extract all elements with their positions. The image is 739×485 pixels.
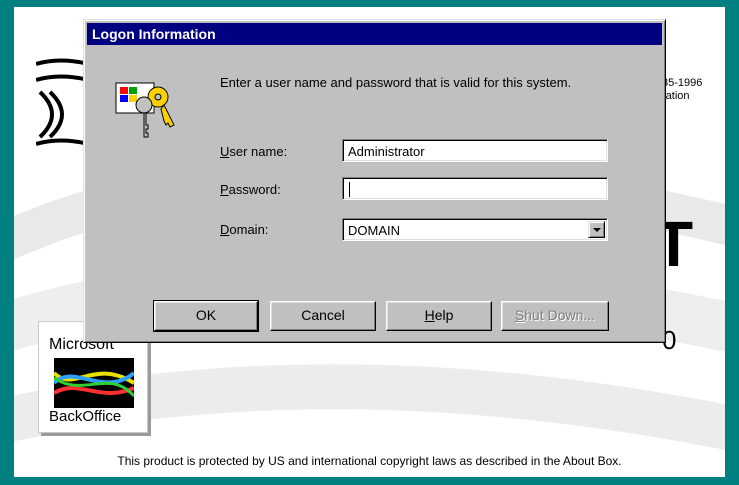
logon-prompt: Enter a user name and password that is v…: [220, 75, 572, 90]
text-caret: [349, 182, 350, 197]
help-rest: elp: [434, 307, 454, 323]
password-label-accel: P: [220, 182, 229, 197]
password-field[interactable]: [342, 177, 608, 200]
domain-label: Domain:: [220, 222, 268, 237]
dialog-title: Logon Information: [92, 26, 216, 42]
username-field[interactable]: Administrator: [342, 139, 608, 162]
shutdown-rest: hut Down...: [524, 307, 596, 323]
copyright-fragment: 35-1996 ration: [662, 77, 703, 102]
ok-button[interactable]: OK: [153, 300, 259, 332]
shutdown-accel: S: [514, 307, 525, 323]
username-label-rest: ser name:: [229, 144, 288, 159]
dialog-titlebar[interactable]: Logon Information: [87, 23, 662, 45]
legal-notice: This product is protected by US and inte…: [117, 454, 622, 468]
logon-dialog: Logon Information Enter a user name and …: [83, 19, 666, 343]
cancel-button[interactable]: Cancel: [270, 301, 376, 331]
backoffice-label: BackOffice: [49, 408, 122, 425]
password-label-rest: assword:: [228, 182, 281, 197]
username-label: User name:: [220, 144, 287, 159]
username-label-accel: U: [220, 144, 230, 159]
domain-label-accel: D: [220, 222, 230, 237]
keys-computer-icon: [115, 82, 175, 138]
domain-value: DOMAIN: [348, 223, 400, 238]
password-label: Password:: [220, 182, 281, 197]
domain-label-rest: omain:: [229, 222, 269, 237]
domain-select[interactable]: DOMAIN: [342, 218, 608, 241]
username-value: Administrator: [348, 144, 425, 159]
help-accel: H: [424, 307, 435, 323]
windows-nt-logo-icon: [36, 58, 86, 146]
shutdown-button[interactable]: Shut Down...: [501, 301, 609, 331]
help-button[interactable]: Help: [386, 301, 492, 331]
chevron-down-icon[interactable]: [588, 221, 605, 238]
backoffice-logo-icon: [54, 358, 134, 408]
